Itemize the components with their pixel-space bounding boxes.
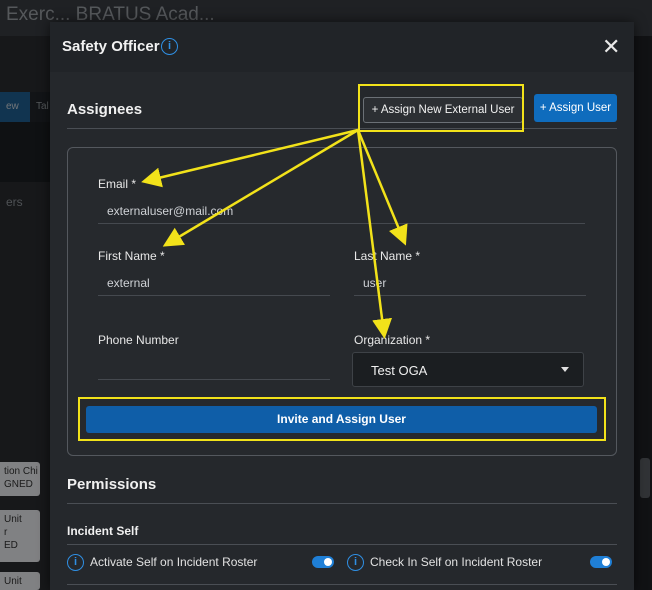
- check-in-self-toggle[interactable]: [590, 556, 612, 568]
- first-name-label: First Name *: [98, 249, 165, 263]
- phone-number-label: Phone Number: [98, 333, 179, 347]
- permissions-heading: Permissions: [67, 476, 157, 493]
- organization-value: Test OGA: [371, 363, 428, 378]
- safety-officer-modal: Safety Officer i ✕ Assignees + Assign Ne…: [50, 22, 634, 590]
- permission-item: i Check In Self on Incident Roster: [347, 553, 542, 571]
- organization-select[interactable]: Test OGA: [352, 352, 584, 387]
- first-name-field[interactable]: external: [107, 276, 150, 290]
- activate-self-toggle[interactable]: [312, 556, 334, 568]
- permission-item: i Activate Self on Incident Roster: [67, 553, 257, 571]
- organization-label: Organization *: [354, 333, 431, 347]
- chevron-down-icon: [561, 367, 569, 372]
- permission-label: Activate Self on Incident Roster: [90, 555, 258, 569]
- info-icon[interactable]: i: [161, 38, 178, 55]
- annotation-highlight-external-button: [358, 84, 524, 132]
- first-name-underline: [98, 295, 330, 296]
- phone-number-underline: [98, 379, 330, 380]
- last-name-underline: [354, 295, 586, 296]
- info-icon[interactable]: i: [67, 553, 84, 571]
- close-icon[interactable]: ✕: [602, 34, 620, 60]
- email-field[interactable]: externaluser@mail.com: [107, 204, 233, 218]
- email-underline: [98, 223, 585, 224]
- incident-self-heading: Incident Self: [67, 524, 139, 538]
- permissions-divider: [67, 503, 617, 504]
- annotation-highlight-invite-button: [78, 397, 606, 441]
- modal-title: Safety Officer: [62, 38, 160, 55]
- permission-label: Check In Self on Incident Roster: [370, 555, 543, 569]
- assign-user-button[interactable]: + Assign User: [534, 94, 617, 122]
- permission-row-divider: [67, 584, 617, 585]
- last-name-field[interactable]: user: [363, 276, 386, 290]
- incident-self-divider: [67, 544, 617, 545]
- assignees-divider: [67, 128, 617, 129]
- info-icon[interactable]: i: [347, 553, 364, 571]
- email-label: Email *: [98, 177, 137, 191]
- last-name-label: Last Name *: [354, 249, 421, 263]
- assignees-heading: Assignees: [67, 101, 143, 118]
